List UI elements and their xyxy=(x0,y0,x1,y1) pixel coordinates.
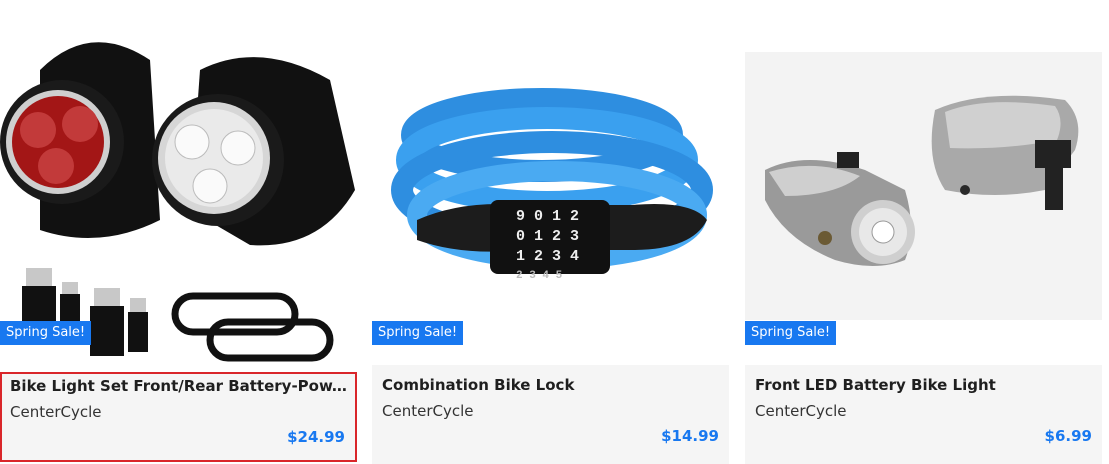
product-price: $14.99 xyxy=(661,427,719,445)
product-info[interactable]: Combination Bike Lock CenterCycle $14.99 xyxy=(372,365,729,464)
product-title[interactable]: Combination Bike Lock xyxy=(382,376,719,394)
product-grid: Spring Sale! Bike Light Set Front/Rear B… xyxy=(0,0,1109,464)
front-led-light-image xyxy=(765,95,1079,266)
product-brand: CenterCycle xyxy=(755,402,847,420)
sale-badge: Spring Sale! xyxy=(745,321,837,345)
product-info[interactable]: Front LED Battery Bike Light CenterCycle… xyxy=(745,365,1102,464)
product-image-front-led-light[interactable]: Spring Sale! xyxy=(745,0,1102,365)
lock-dial-row-2: 0 1 2 3 xyxy=(516,228,579,245)
product-brand: CenterCycle xyxy=(382,402,474,420)
product-brand: CenterCycle xyxy=(10,403,102,421)
product-price: $6.99 xyxy=(1044,427,1092,445)
product-title[interactable]: Bike Light Set Front/Rear Battery-Pow... xyxy=(10,377,347,395)
product-card-bike-light-set[interactable]: Spring Sale! Bike Light Set Front/Rear B… xyxy=(0,0,357,464)
product-card-front-led-light[interactable]: Spring Sale! Front LED Battery Bike Ligh… xyxy=(745,0,1102,464)
bike-light-set-image xyxy=(0,42,355,362)
product-price: $24.99 xyxy=(287,428,345,446)
product-image-combination-bike-lock[interactable]: 9 0 1 2 0 1 2 3 1 2 3 4 2 3 4 5 Spring S… xyxy=(372,0,729,365)
product-title[interactable]: Front LED Battery Bike Light xyxy=(755,376,1092,394)
product-image-bike-light-set[interactable]: Spring Sale! xyxy=(0,0,357,365)
product-info[interactable]: Bike Light Set Front/Rear Battery-Pow...… xyxy=(0,372,357,462)
lock-dial-row-4: 2 3 4 5 xyxy=(516,270,563,282)
sale-badge: Spring Sale! xyxy=(372,321,464,345)
sale-badge: Spring Sale! xyxy=(0,321,92,345)
product-card-combination-bike-lock[interactable]: 9 0 1 2 0 1 2 3 1 2 3 4 2 3 4 5 Spring S… xyxy=(372,0,729,464)
lock-dial-row-1: 9 0 1 2 xyxy=(516,208,579,225)
bike-lock-image: 9 0 1 2 0 1 2 3 1 2 3 4 2 3 4 5 xyxy=(391,88,713,282)
lock-dial-row-3: 1 2 3 4 xyxy=(516,248,579,265)
